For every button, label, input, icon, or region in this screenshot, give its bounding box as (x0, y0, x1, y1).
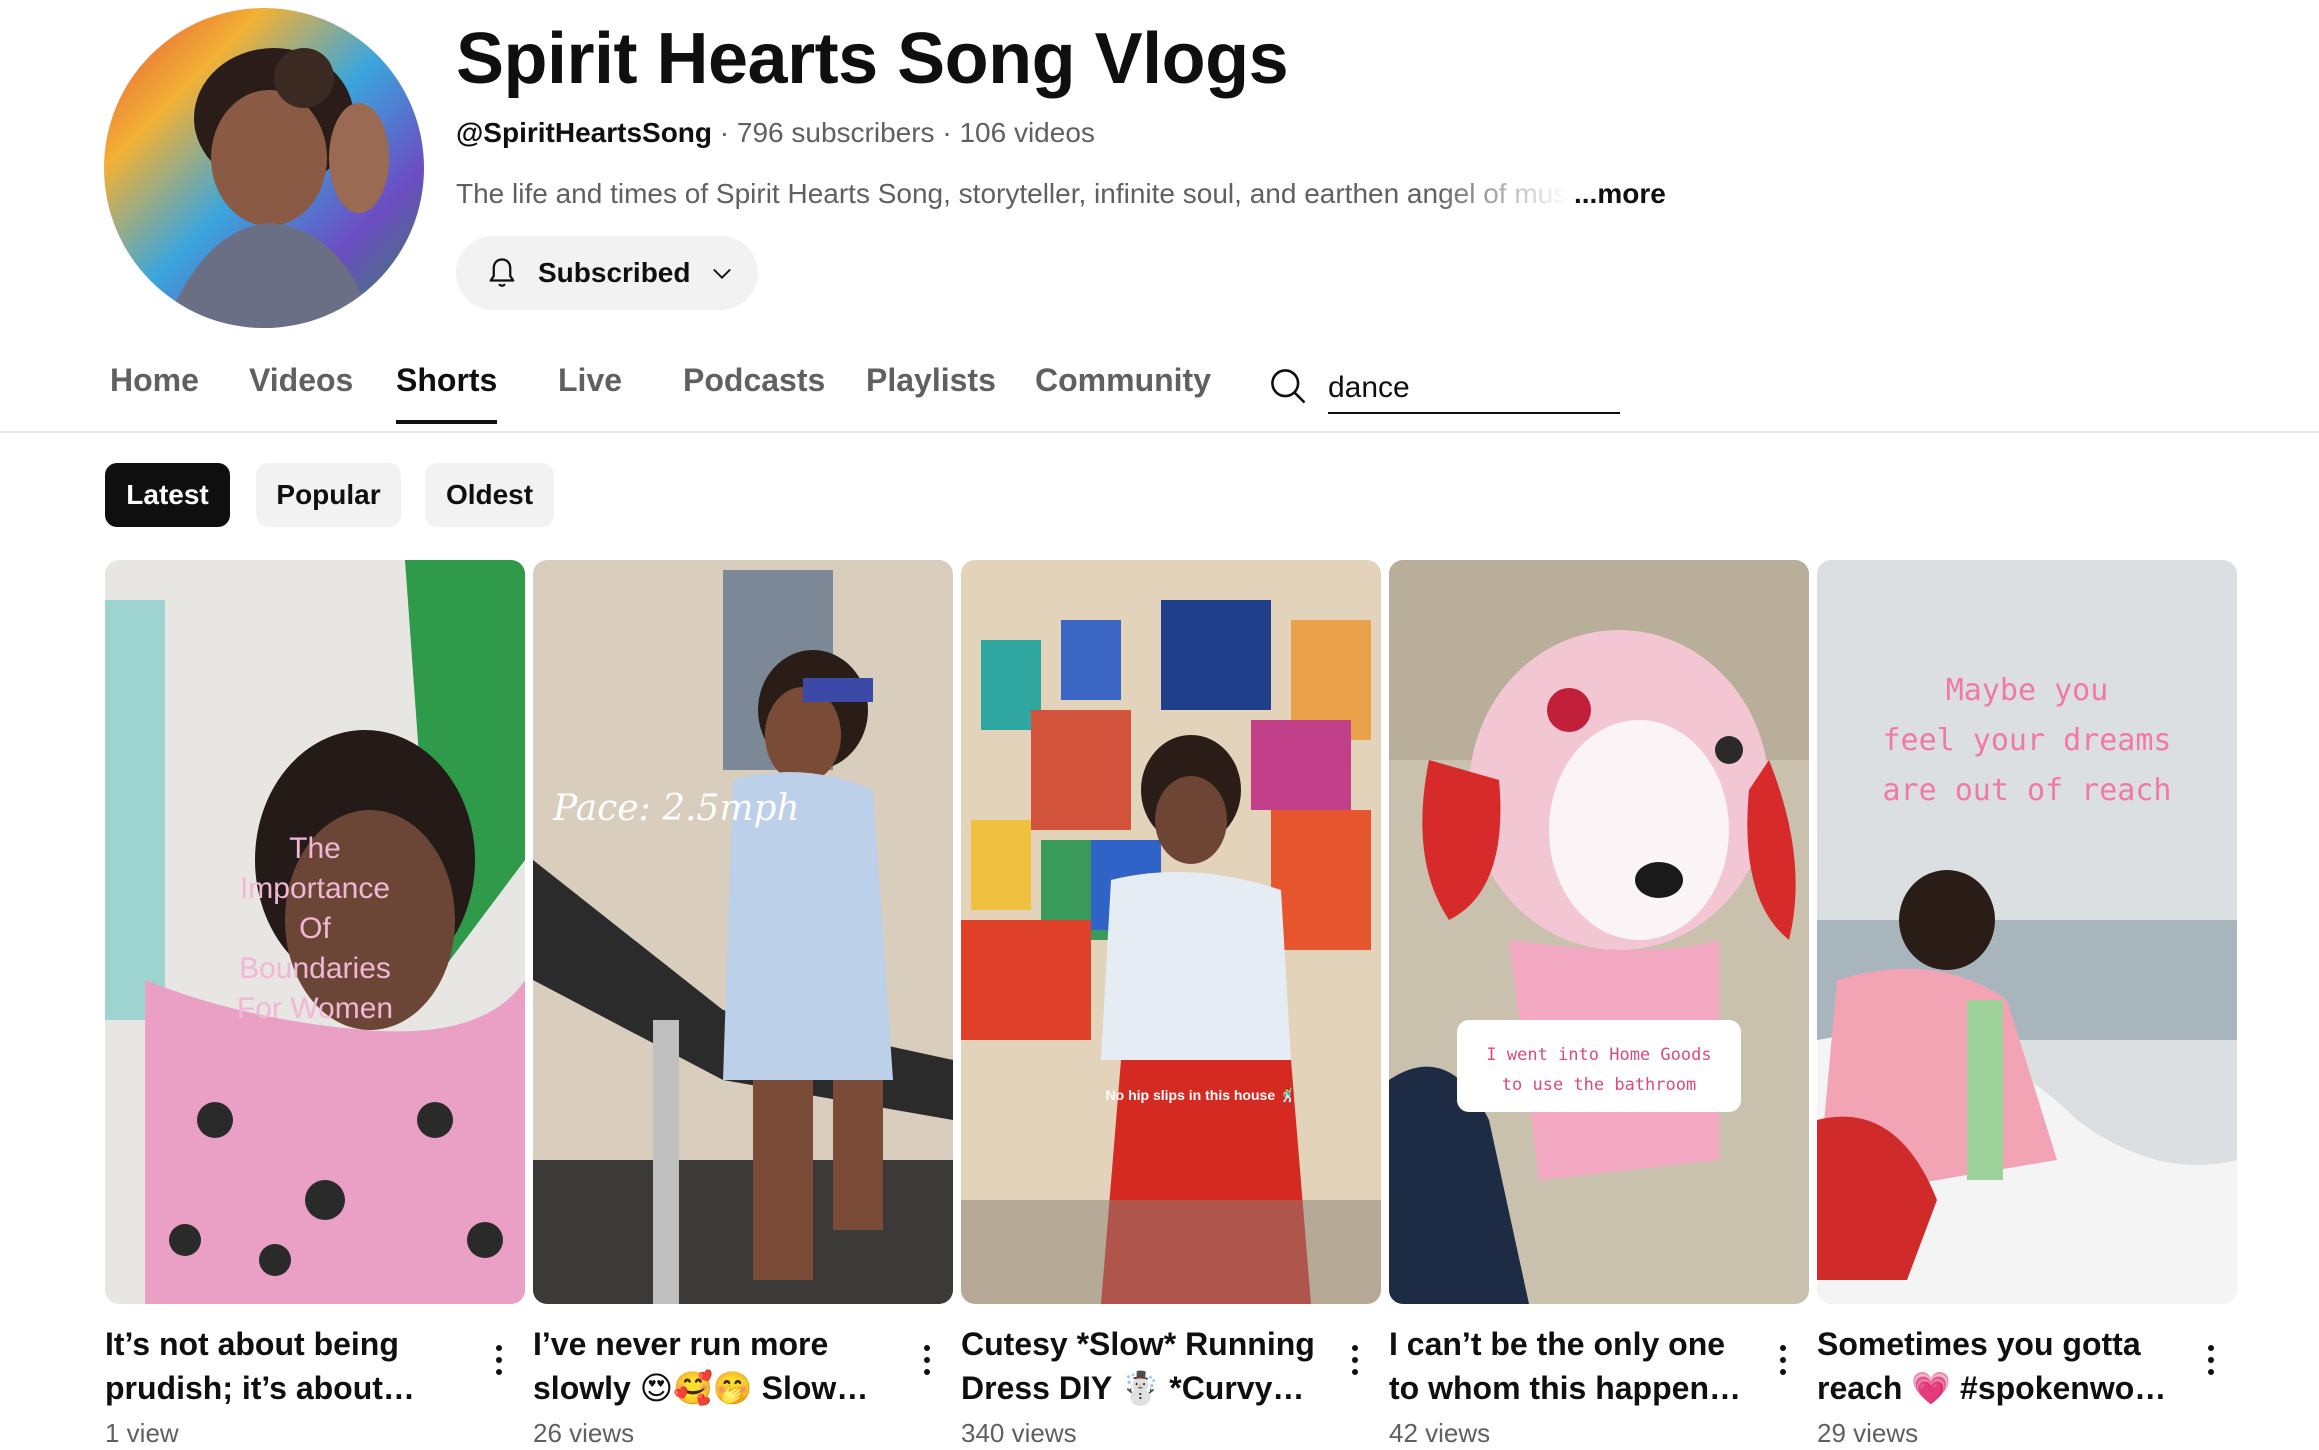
short-thumbnail-image: The Importance Of Boundaries For Women (105, 560, 525, 1304)
bell-icon (489, 258, 515, 287)
search-icon[interactable] (1266, 364, 1310, 408)
svg-text:Importance: Importance (240, 872, 390, 905)
svg-text:For Women: For Women (237, 992, 393, 1025)
short-thumbnail[interactable]: I went into Home Goods to use the bathro… (1389, 560, 1809, 1304)
more-link[interactable]: ...more (1574, 178, 1666, 210)
tab-videos[interactable]: Videos (249, 362, 353, 399)
short-thumbnail[interactable]: No hip slips in this house 🕺 (961, 560, 1381, 1304)
short-card[interactable]: I went into Home Goods to use the bathro… (1389, 560, 1809, 1448)
more-options-icon[interactable] (1343, 1338, 1367, 1382)
tab-live[interactable]: Live (558, 362, 622, 399)
short-views: 42 views (1389, 1418, 1491, 1448)
subscriber-count: 796 subscribers (736, 117, 935, 148)
chip-oldest[interactable]: Oldest (425, 463, 554, 527)
short-card[interactable]: Pace: 2.5mph I’ve never run more slowly … (533, 560, 953, 1448)
meta-separator: · (719, 117, 730, 148)
svg-text:are out of reach: are out of reach (1883, 773, 2172, 808)
subscribed-button[interactable]: Subscribed (456, 236, 758, 310)
tab-playlists[interactable]: Playlists (866, 362, 996, 399)
short-card[interactable]: The Importance Of Boundaries For Women I… (105, 560, 525, 1448)
chip-latest[interactable]: Latest (105, 463, 230, 527)
avatar-image (104, 8, 424, 328)
tab-community[interactable]: Community (1035, 362, 1211, 399)
meta-separator: · (942, 117, 952, 148)
tab-podcasts[interactable]: Podcasts (683, 362, 825, 399)
svg-text:feel your dreams: feel your dreams (1883, 723, 2172, 758)
channel-page: Spirit Hearts Song Vlogs @SpiritHeartsSo… (0, 0, 2319, 1450)
short-thumbnail-image: No hip slips in this house 🕺 (961, 560, 1381, 1304)
short-thumbnail-image: Pace: 2.5mph (533, 560, 953, 1304)
short-title[interactable]: Sometimes you gotta reach 💗 #spokenword … (1817, 1322, 2177, 1410)
short-card[interactable]: Maybe you feel your dreams are out of re… (1817, 560, 2237, 1448)
short-views: 26 views (533, 1418, 635, 1448)
svg-text:Boundaries: Boundaries (239, 952, 391, 985)
short-views: 1 view (105, 1418, 179, 1448)
channel-name: Spirit Hearts Song Vlogs (456, 19, 1289, 99)
channel-handle: @SpiritHeartsSong (456, 117, 713, 148)
short-thumbnail[interactable]: Maybe you feel your dreams are out of re… (1817, 560, 2237, 1304)
short-thumbnail-image: Maybe you feel your dreams are out of re… (1817, 560, 2237, 1304)
channel-search-input[interactable] (1328, 364, 1620, 414)
tab-shorts[interactable]: Shorts (396, 362, 498, 424)
short-card[interactable]: No hip slips in this house 🕺 Cutesy *Slo… (961, 560, 1381, 1448)
more-options-icon[interactable] (487, 1338, 511, 1382)
short-thumbnail[interactable]: The Importance Of Boundaries For Women (105, 560, 525, 1304)
video-count: 106 videos (959, 117, 1095, 148)
short-title[interactable]: I can’t be the only one to whom this hap… (1389, 1322, 1749, 1410)
channel-meta: @SpiritHeartsSong · 796 subscribers · 10… (456, 117, 1095, 149)
svg-text:Of: Of (299, 912, 331, 945)
short-thumbnail[interactable]: Pace: 2.5mph (533, 560, 953, 1304)
svg-text:I went into Home Goods: I went into Home Goods (1486, 1045, 1711, 1065)
svg-text:No hip slips in this house 🕺: No hip slips in this house 🕺 (1106, 1086, 1297, 1104)
short-views: 29 views (1817, 1418, 1919, 1448)
channel-description[interactable]: The life and times of Spirit Hearts Song… (456, 178, 1666, 210)
more-options-icon[interactable] (1771, 1338, 1795, 1382)
chevron-down-icon (713, 268, 732, 279)
svg-text:Maybe you: Maybe you (1946, 673, 2109, 708)
chip-popular[interactable]: Popular (256, 463, 401, 527)
channel-tabs: Home Videos Shorts Live Podcasts Playlis… (0, 350, 2319, 433)
short-thumbnail-image: I went into Home Goods to use the bathro… (1389, 560, 1809, 1304)
tab-home[interactable]: Home (110, 362, 199, 399)
short-title[interactable]: I’ve never run more slowly 😍🥰🤭 Slow Runn… (533, 1322, 893, 1410)
channel-avatar[interactable] (104, 8, 424, 328)
short-views: 340 views (961, 1418, 1077, 1448)
svg-text:The: The (289, 832, 341, 865)
more-options-icon[interactable] (915, 1338, 939, 1382)
svg-text:Pace: 2.5mph: Pace: 2.5mph (552, 788, 800, 829)
description-text: The life and times of Spirit Hearts Song… (456, 178, 1568, 209)
subscribed-label: Subscribed (538, 257, 691, 288)
short-title[interactable]: It’s not about being prudish; it’s about… (105, 1322, 465, 1410)
more-options-icon[interactable] (2199, 1338, 2223, 1382)
svg-text:to use the bathroom: to use the bathroom (1502, 1075, 1696, 1095)
short-title[interactable]: Cutesy *Slow* Running Dress DIY ☃️ *Curv… (961, 1322, 1321, 1410)
